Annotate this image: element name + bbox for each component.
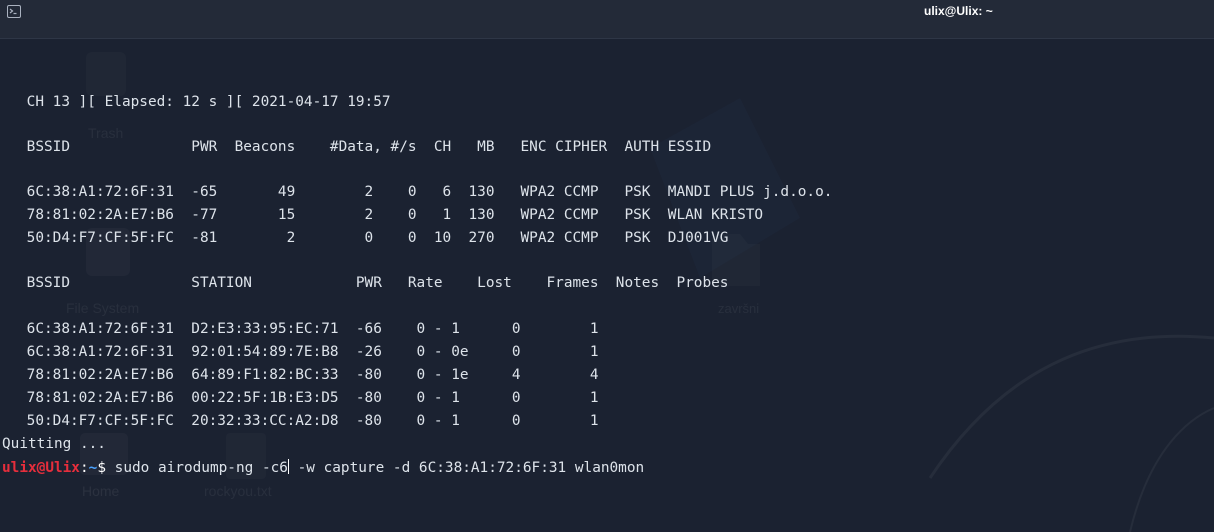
- ap-table-row: 6C:38:A1:72:6F:31 -65 49 2 0 6 130 WPA2 …: [18, 184, 833, 200]
- quitting-message: Quitting ...: [2, 436, 106, 452]
- ap-table-header: BSSID PWR Beacons #Data, #/s CH MB ENC C…: [18, 139, 712, 155]
- station-table-row: 6C:38:A1:72:6F:31 D2:E3:33:95:EC:71 -66 …: [18, 321, 599, 337]
- ap-table-row: 50:D4:F7:CF:5F:FC -81 2 0 0 10 270 WPA2 …: [18, 230, 729, 246]
- command-text-before-cursor[interactable]: sudo airodump-ng -c6: [106, 460, 288, 476]
- prompt-separator: :: [79, 460, 89, 476]
- prompt-symbol: $: [97, 460, 106, 476]
- station-table-row: 6C:38:A1:72:6F:31 92:01:54:89:7E:B8 -26 …: [18, 344, 599, 360]
- status-line: CH 13 ][ Elapsed: 12 s ][ 2021-04-17 19:…: [18, 94, 391, 110]
- window-title: ulix@Ulix: ~: [924, 4, 993, 18]
- command-text-after-cursor[interactable]: -w capture -d 6C:38:A1:72:6F:31 wlan0mon: [289, 460, 645, 476]
- title-bar[interactable]: ulix@Ulix: ~: [0, 0, 1214, 39]
- prompt-user-host: ulix@Ulix: [2, 460, 80, 476]
- terminal-icon: [7, 5, 21, 18]
- terminal-output[interactable]: CH 13 ][ Elapsed: 12 s ][ 2021-04-17 19:…: [0, 38, 1214, 532]
- station-table-header: BSSID STATION PWR Rate Lost Frames Notes…: [18, 275, 729, 291]
- ap-table-row: 78:81:02:2A:E7:B6 -77 15 2 0 1 130 WPA2 …: [18, 207, 764, 223]
- terminal-window[interactable]: ulix@Ulix: ~ Trash File System završni H…: [0, 0, 1214, 532]
- station-table-row: 78:81:02:2A:E7:B6 00:22:5F:1B:E3:D5 -80 …: [18, 390, 599, 406]
- station-table-row: 78:81:02:2A:E7:B6 64:89:F1:82:BC:33 -80 …: [18, 367, 599, 383]
- command-prompt-line[interactable]: ulix@Ulix:~$ sudo airodump-ng -c6 -w cap…: [2, 459, 644, 477]
- station-table-row: 50:D4:F7:CF:5F:FC 20:32:33:CC:A2:D8 -80 …: [18, 413, 599, 429]
